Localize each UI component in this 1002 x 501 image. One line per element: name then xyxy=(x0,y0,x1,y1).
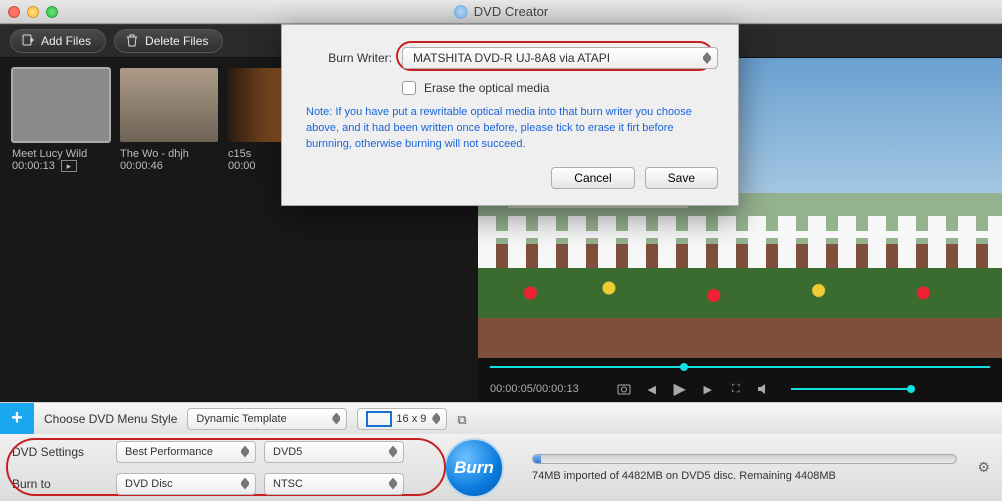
snapshot-icon[interactable] xyxy=(617,382,631,396)
add-file-icon xyxy=(21,34,35,48)
template-select[interactable]: Dynamic Template xyxy=(187,408,347,430)
choose-menu-label: Choose DVD Menu Style xyxy=(44,412,177,426)
dvd-type-select[interactable]: DVD5 xyxy=(264,441,404,463)
minimize-window-button[interactable] xyxy=(27,6,39,18)
import-progress xyxy=(532,454,957,464)
playback-bar: 00:00:05/00:00:13 ◀ ▶ ▶ ⛶ xyxy=(478,358,1002,402)
prev-icon[interactable]: ◀ xyxy=(645,382,659,396)
seek-track[interactable] xyxy=(478,358,1002,376)
window-title: DVD Creator xyxy=(454,4,548,19)
settings-row: DVD Settings Best Performance DVD5 Burn … xyxy=(0,434,1002,501)
menu-style-row: + Choose DVD Menu Style Dynamic Template… xyxy=(0,402,1002,434)
thumbnail-item[interactable]: The Wo - dhjh 00:00:46 xyxy=(120,68,218,392)
erase-media-checkbox[interactable] xyxy=(402,81,416,95)
app-icon xyxy=(454,5,468,19)
delete-files-button[interactable]: Delete Files xyxy=(114,29,223,53)
thumbnail-image xyxy=(12,68,110,142)
thumbnail-time: 00:00:13 ▸ xyxy=(12,160,110,172)
volume-slider[interactable] xyxy=(791,388,911,390)
performance-select[interactable]: Best Performance xyxy=(116,441,256,463)
delete-files-label: Delete Files xyxy=(145,34,208,48)
play-icon[interactable]: ▶ xyxy=(673,382,687,396)
save-button[interactable]: Save xyxy=(645,167,718,189)
burn-writer-select[interactable]: MATSHITA DVD-R UJ-8A8 via ATAPI xyxy=(402,47,718,69)
dialog-note: Note: If you have put a rewritable optic… xyxy=(306,105,714,153)
aspect-select[interactable]: 16 x 9 xyxy=(357,408,447,430)
thumbnail-title: The Wo - dhjh xyxy=(120,148,218,160)
dvd-settings-label: DVD Settings xyxy=(12,445,108,459)
add-files-label: Add Files xyxy=(41,34,91,48)
thumbnail-title: Meet Lucy Wild xyxy=(12,148,110,160)
fullscreen-icon[interactable]: ⛶ xyxy=(729,382,743,396)
volume-icon[interactable] xyxy=(757,382,771,396)
tv-standard-select[interactable]: NTSC xyxy=(264,473,404,495)
add-files-button[interactable]: Add Files xyxy=(10,29,106,53)
window-title-text: DVD Creator xyxy=(474,4,548,19)
export-icon[interactable]: ▸ xyxy=(61,160,77,172)
thumbnail-item[interactable]: Meet Lucy Wild 00:00:13 ▸ xyxy=(12,68,110,392)
window-controls xyxy=(8,6,58,18)
add-menu-style-button[interactable]: + xyxy=(0,403,34,435)
burn-writer-label: Burn Writer: xyxy=(302,51,392,65)
thumbnail-time: 00:00:46 xyxy=(120,160,218,172)
close-window-button[interactable] xyxy=(8,6,20,18)
thumbnail-image xyxy=(120,68,218,142)
erase-media-label: Erase the optical media xyxy=(424,81,549,95)
titlebar: DVD Creator xyxy=(0,0,1002,24)
settings-gear-icon[interactable]: ⚙ xyxy=(977,459,990,476)
burn-writer-dialog: Burn Writer: MATSHITA DVD-R UJ-8A8 via A… xyxy=(281,24,739,206)
zoom-window-button[interactable] xyxy=(46,6,58,18)
time-display: 00:00:05/00:00:13 xyxy=(490,383,579,395)
cancel-button[interactable]: Cancel xyxy=(551,167,634,189)
preview-menu-icon[interactable]: ⧉ xyxy=(457,412,473,426)
aspect-icon xyxy=(366,411,392,427)
burn-to-label: Burn to xyxy=(12,477,108,491)
import-progress-text: 74MB imported of 4482MB on DVD5 disc. Re… xyxy=(532,470,957,482)
burn-button[interactable]: Burn xyxy=(444,438,504,498)
trash-icon xyxy=(125,34,139,48)
burn-destination-select[interactable]: DVD Disc xyxy=(116,473,256,495)
next-icon[interactable]: ▶ xyxy=(701,382,715,396)
